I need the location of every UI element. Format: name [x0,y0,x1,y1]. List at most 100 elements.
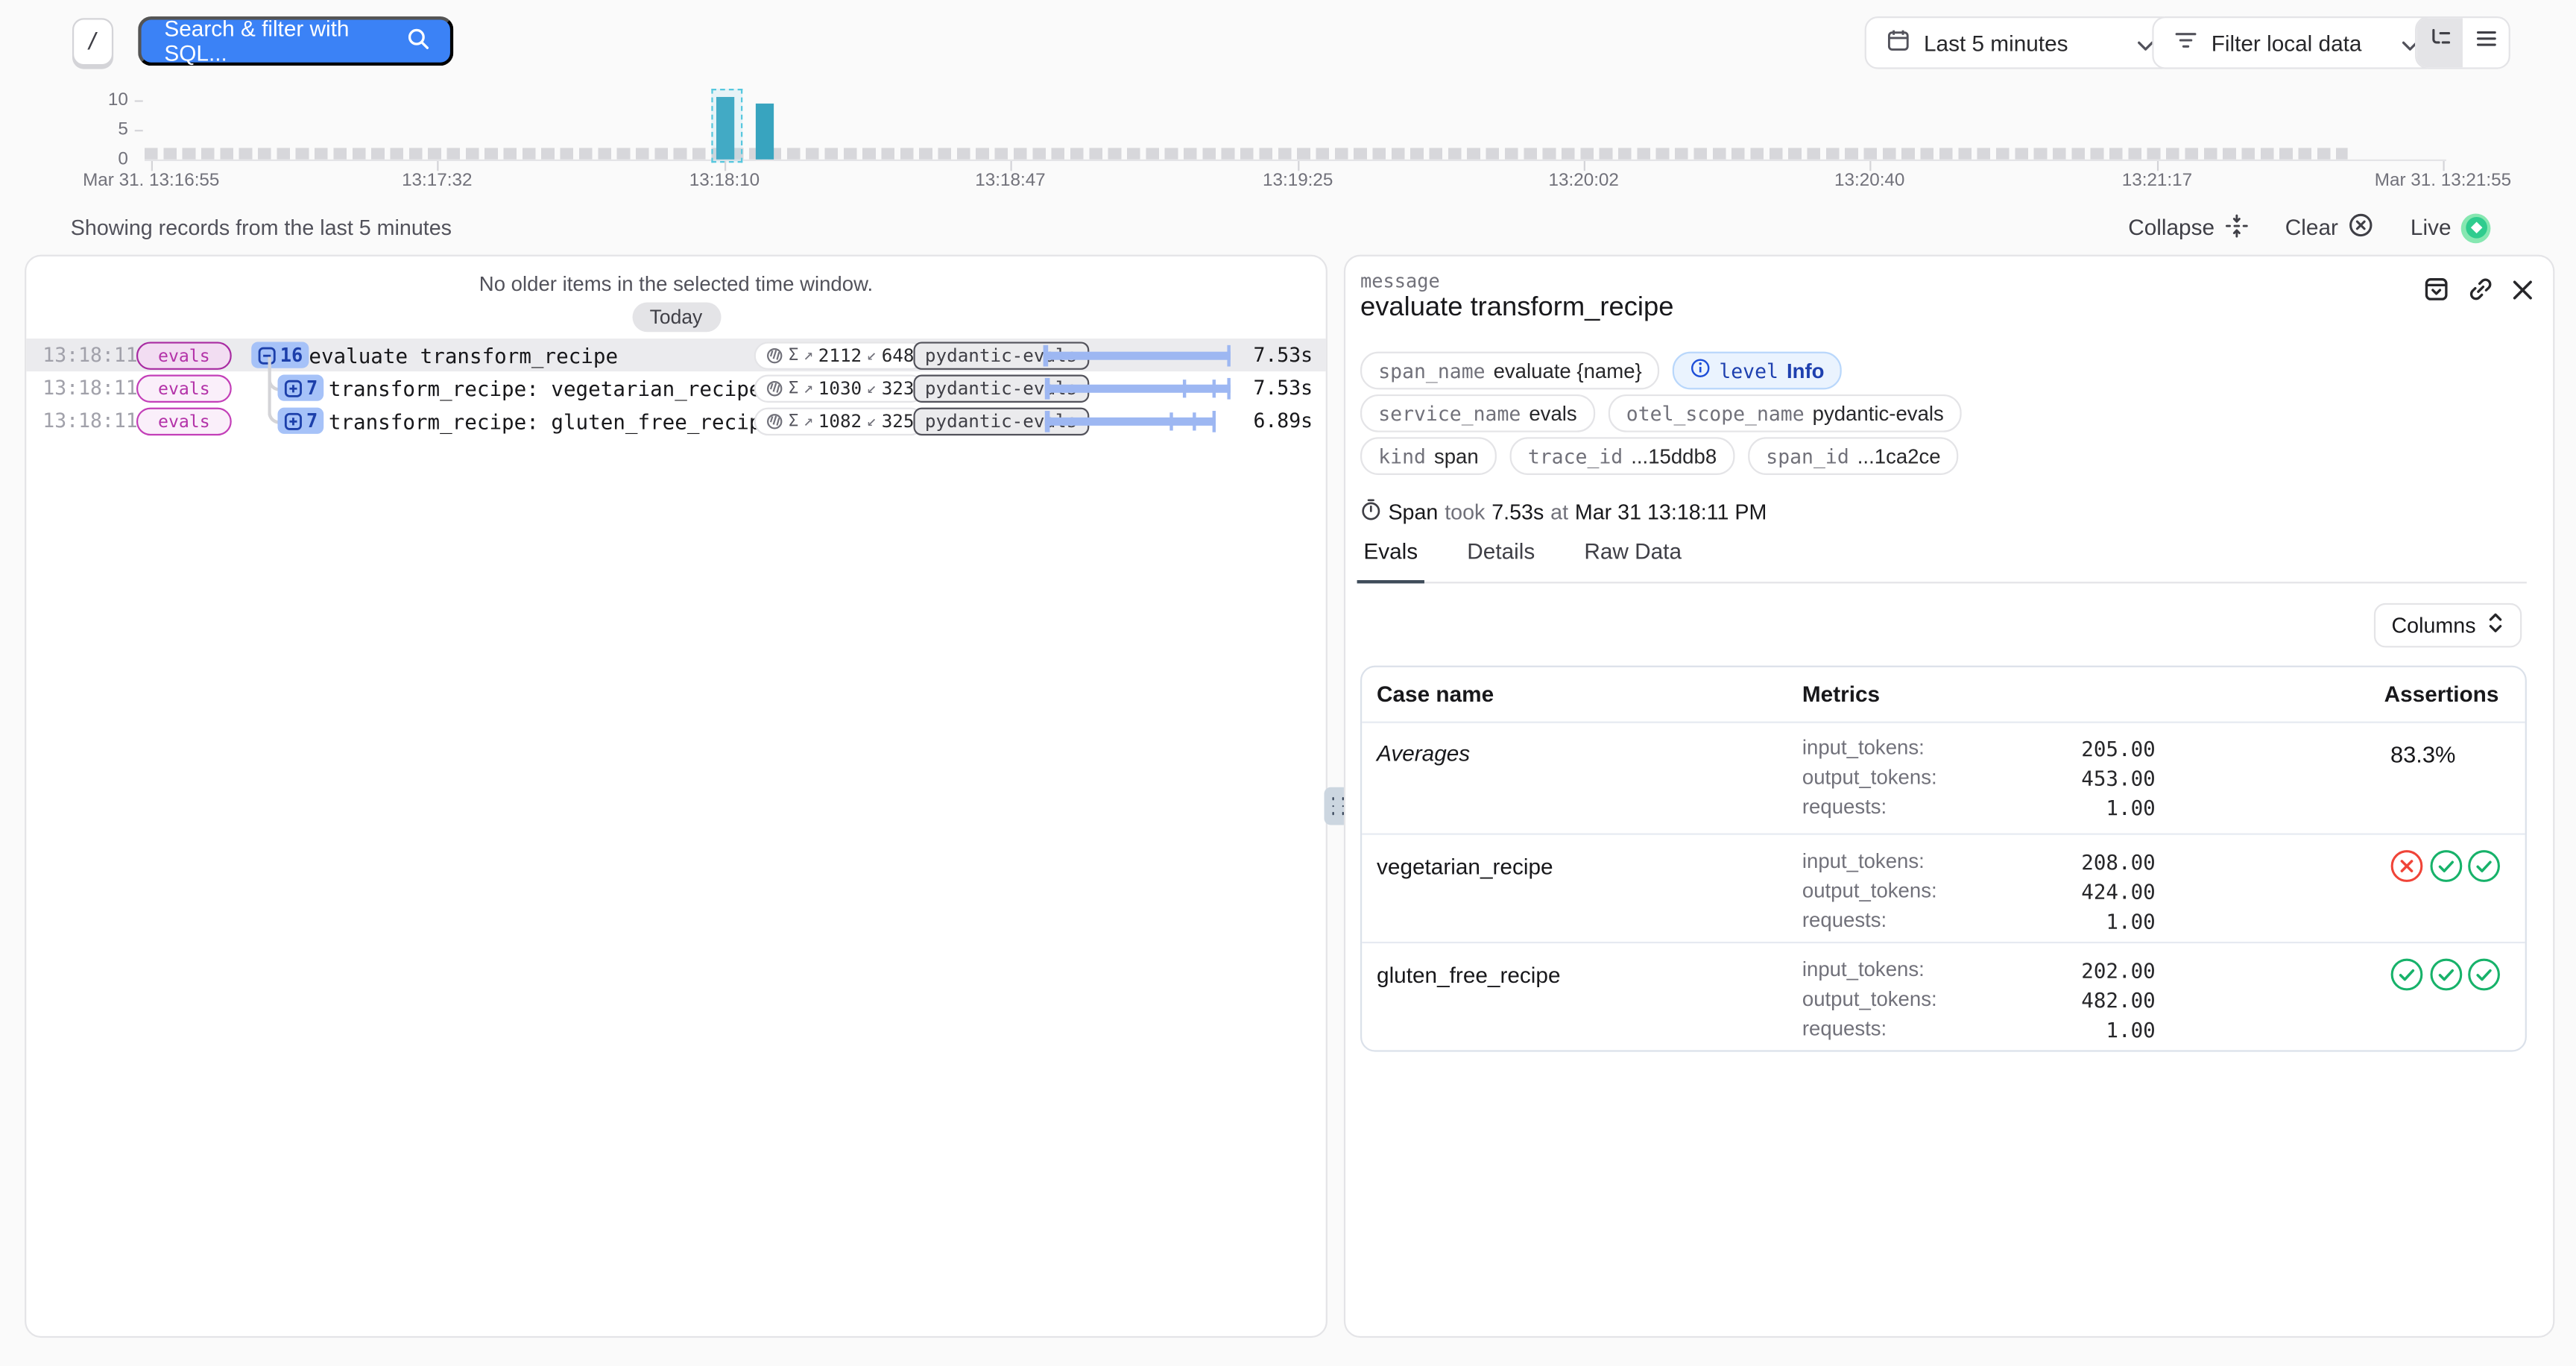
live-indicator-icon [2461,213,2491,242]
span-name: transform_recipe: vegetarian_recipe [329,377,762,401]
attr-value: evaluate {name} [1494,359,1642,383]
sigma-symbol: Σ [789,347,798,365]
time-selection-brush[interactable] [711,89,742,163]
tokens-received: 323 [882,378,915,400]
y-gridtick [135,100,143,101]
assertion-fail-icon[interactable] [2390,850,2423,891]
row-timestamp: 13:18:11 [42,409,137,432]
tab-raw-data[interactable]: Raw Data [1581,536,1685,582]
showing-records-text: Showing records from the last 5 minutes [71,215,452,240]
assertion-pass-icon[interactable] [2468,850,2501,891]
trace-row-root[interactable]: 13:18:11 evals 16 evaluate transform_rec… [26,339,1325,371]
eval-row-gluten-free-recipe[interactable]: gluten_free_recipe input_tokens:202.00 o… [1362,942,2525,1052]
metric-value: 1.00 [2106,1017,2155,1042]
attr-value: span [1434,444,1479,468]
attribute-pill-row-2: service_name evals otel_scope_name pydan… [1360,394,1962,432]
collapse-button[interactable]: Collapse [2128,213,2249,242]
span-duration-bar[interactable] [1045,418,1216,426]
detail-title: evaluate transform_recipe [1360,292,1673,324]
assertion-pass-icon[interactable] [2429,958,2462,999]
span-duration: 7.53s [1253,344,1313,367]
x-tickmark [151,161,153,171]
service-tag-badge[interactable]: evals [136,375,232,403]
attr-value: evals [1529,402,1576,425]
span-id-pill[interactable]: span_id ...1ca2ce [1748,437,1959,475]
open-in-drawer-icon[interactable] [2423,276,2449,310]
span-name: evaluate transform_recipe [309,344,618,368]
chart-x-tick: 13:21:17 [2034,171,2281,190]
token-usage-pill[interactable]: Σ ↗ 2112 ↙ 648 [754,342,926,369]
info-icon [1691,356,1711,385]
tokens-sent-arrow-icon: ↗ [804,412,813,430]
attr-value: pydantic-evals [1813,402,1944,425]
records-histogram[interactable] [145,97,2448,160]
chart-x-tick: 13:20:02 [1460,171,1707,190]
search-button[interactable]: Search & filter with SQL... [138,16,453,66]
slash-shortcut-key: / [72,18,113,66]
assertion-pass-icon[interactable] [2468,958,2501,999]
expand-children-toggle[interactable]: 7 [277,408,324,434]
service-tag-badge[interactable]: evals [136,408,232,435]
time-range-value: Last 5 minutes [1924,31,2068,55]
chart-x-tick: 13:19:25 [1175,171,1421,190]
trace-row-child[interactable]: 13:18:11 evals 7 transform_recipe: glute… [26,404,1325,437]
eval-row-averages[interactable]: Averages input_tokens:205.00 output_toke… [1362,722,2525,834]
copy-link-icon[interactable] [2468,276,2494,310]
metric-label: requests: [1802,796,1887,819]
stopwatch-icon [1360,498,1382,526]
header-assertions: Assertions [2384,682,2499,707]
chevron-down-icon [2138,31,2154,55]
service-tag-badge[interactable]: evals [136,342,232,369]
trace-id-pill[interactable]: trace_id ...15ddb8 [1510,437,1735,475]
span-duration-bar[interactable] [1045,385,1231,393]
filter-local-data-dropdown[interactable]: Filter local data [2152,16,2440,69]
token-usage-pill[interactable]: Σ ↗ 1030 ↙ 323 [754,375,926,403]
record-kind-label: message [1360,269,1440,292]
assertion-pass-icon[interactable] [2429,850,2462,891]
metric-value: 205.00 [2081,736,2156,761]
metric-label: requests: [1802,909,1887,932]
trace-row-child[interactable]: 13:18:11 evals 7 transform_recipe: veget… [26,371,1325,404]
metric-value: 1.00 [2106,796,2155,820]
columns-label: Columns [2391,613,2475,638]
span-name-pill[interactable]: span_name evaluate {name} [1360,352,1660,390]
row-timestamp: 13:18:11 [42,377,137,400]
list-view-toggle[interactable] [2463,18,2509,67]
tab-evals[interactable]: Evals [1360,536,1421,582]
time-range-dropdown[interactable]: Last 5 minutes [1865,16,2176,69]
attr-value: Info [1787,359,1825,383]
tokens-received: 648 [882,345,915,367]
span-duration-bar[interactable] [1044,352,1231,360]
attr-value: ...15ddb8 [1631,444,1717,468]
kind-pill[interactable]: kind span [1360,437,1497,475]
attr-key: trace_id [1528,444,1623,468]
clear-button[interactable]: Clear [2285,212,2375,243]
eval-row-vegetarian-recipe[interactable]: vegetarian_recipe input_tokens:208.00 ou… [1362,833,2525,943]
timing-word: at [1550,500,1568,524]
timing-timestamp: Mar 31 13:18:11 PM [1575,500,1767,524]
x-tickmark [724,161,726,171]
otel-scope-name-pill[interactable]: otel_scope_name pydantic-evals [1609,394,1962,432]
token-usage-pill[interactable]: Σ ↗ 1082 ↙ 325 [754,408,926,435]
service-name-pill[interactable]: service_name evals [1360,394,1595,432]
coin-icon [765,412,783,430]
live-toggle[interactable]: Live [2411,213,2490,242]
tab-details[interactable]: Details [1464,536,1538,582]
tree-view-icon [2428,26,2452,59]
row-timestamp: 13:18:11 [42,344,137,367]
close-icon[interactable] [2512,279,2534,309]
histogram-bar[interactable] [756,103,774,159]
columns-button[interactable]: Columns [2373,603,2522,648]
timing-word: took [1445,500,1485,524]
case-name: gluten_free_recipe [1377,963,1561,988]
tree-view-toggle[interactable] [2416,18,2463,67]
child-count: 7 [306,409,318,432]
trace-list-panel: No older items in the selected time wind… [25,255,1328,1338]
level-pill[interactable]: level Info [1673,352,1843,390]
detail-tabs: Evals Details Raw Data [1360,536,2527,584]
x-tickmark [1298,161,1299,171]
tokens-sent: 2112 [818,345,862,367]
chart-y-tick-0: 0 [66,150,128,169]
coin-icon [765,347,783,365]
assertion-pass-icon[interactable] [2390,958,2423,999]
